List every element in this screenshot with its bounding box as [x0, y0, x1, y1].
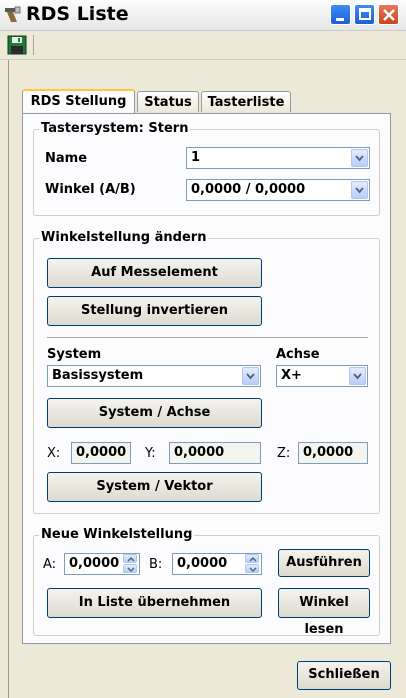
toolbar-separator — [33, 35, 34, 55]
tab-status[interactable]: Status — [137, 91, 199, 112]
rds-liste-window: RDS Liste RDS Stellung Status Tasterlist… — [0, 0, 406, 698]
x-label: X: — [47, 446, 61, 461]
tab-label: RDS Stellung — [30, 94, 127, 109]
spin-up-icon[interactable] — [123, 554, 137, 563]
system-vektor-button[interactable]: System / Vektor — [47, 472, 262, 502]
neue-winkelstellung-group: Neue Winkelstellung A: 0,0000 B: 0,0000 … — [33, 527, 380, 637]
toolbar — [0, 31, 406, 60]
maximize-icon[interactable] — [354, 4, 375, 25]
tab-pane-rds-stellung: Tastersystem: Stern Name 1 Winkel (A/B) … — [22, 113, 391, 644]
window-title: RDS Liste — [26, 3, 129, 25]
close-icon[interactable] — [378, 4, 399, 25]
tab-label: Status — [144, 95, 192, 110]
tab-rds-stellung[interactable]: RDS Stellung — [22, 89, 135, 113]
spin-up-icon[interactable] — [245, 554, 259, 563]
z-label: Z: — [277, 446, 291, 461]
minimize-icon[interactable] — [330, 4, 351, 25]
b-stepper[interactable] — [245, 554, 260, 574]
winkel-label: Winkel (A/B) — [45, 182, 136, 197]
save-icon[interactable] — [6, 34, 28, 56]
winkelstellung-group: Winkelstellung ändern Auf Messelement St… — [33, 230, 380, 514]
name-label: Name — [45, 151, 88, 166]
title-bar[interactable]: RDS Liste — [0, 0, 406, 31]
z-field[interactable]: 0,0000 — [298, 442, 368, 464]
a-label: A: — [43, 557, 57, 572]
a-stepper[interactable] — [123, 554, 138, 574]
x-field[interactable]: 0,0000 — [71, 442, 131, 464]
b-spinner[interactable]: 0,0000 — [172, 553, 262, 575]
tastersystem-title: Tastersystem: Stern — [39, 121, 191, 136]
achse-value: X+ — [281, 368, 302, 383]
tab-label: Tasterliste — [207, 95, 285, 110]
b-label: B: — [149, 557, 163, 572]
name-value: 1 — [191, 150, 201, 165]
neue-winkelstellung-title: Neue Winkelstellung — [39, 527, 195, 542]
system-value: Basissystem — [52, 368, 144, 383]
winkel-select[interactable]: 0,0000 / 0,0000 — [186, 179, 370, 201]
system-achse-button[interactable]: System / Achse — [47, 398, 262, 428]
ausfuehren-button[interactable]: Ausführen — [278, 549, 370, 577]
winkel-value: 0,0000 / 0,0000 — [191, 182, 306, 197]
tastersystem-group: Tastersystem: Stern Name 1 Winkel (A/B) … — [33, 121, 380, 216]
y-label: Y: — [145, 446, 156, 461]
chevron-down-icon[interactable] — [351, 181, 368, 199]
chevron-down-icon[interactable] — [351, 149, 368, 167]
spin-down-icon[interactable] — [245, 564, 259, 573]
schliessen-button[interactable]: Schließen — [297, 661, 391, 690]
winkelstellung-title: Winkelstellung ändern — [39, 230, 209, 245]
in-liste-uebernehmen-button[interactable]: In Liste übernehmen — [47, 588, 262, 618]
winkel-lesen-button[interactable]: Winkel lesen — [278, 588, 370, 637]
group-divider — [47, 337, 368, 339]
chevron-down-icon[interactable] — [349, 367, 366, 385]
achse-label: Achse — [276, 347, 320, 362]
system-select[interactable]: Basissystem — [47, 365, 261, 387]
achse-select[interactable]: X+ — [276, 365, 368, 387]
system-label: System — [47, 347, 102, 362]
stellung-invertieren-button[interactable]: Stellung invertieren — [47, 296, 262, 326]
tool-icon — [4, 6, 22, 24]
chevron-down-icon[interactable] — [242, 367, 259, 385]
tab-tasterliste[interactable]: Tasterliste — [201, 91, 291, 112]
spin-down-icon[interactable] — [123, 564, 137, 573]
y-field[interactable]: 0,0000 — [169, 442, 261, 464]
a-spinner[interactable]: 0,0000 — [64, 553, 140, 575]
name-select[interactable]: 1 — [186, 147, 370, 169]
auf-messelement-button[interactable]: Auf Messelement — [47, 258, 262, 288]
b-value: 0,0000 — [177, 556, 228, 571]
a-value: 0,0000 — [69, 556, 120, 571]
